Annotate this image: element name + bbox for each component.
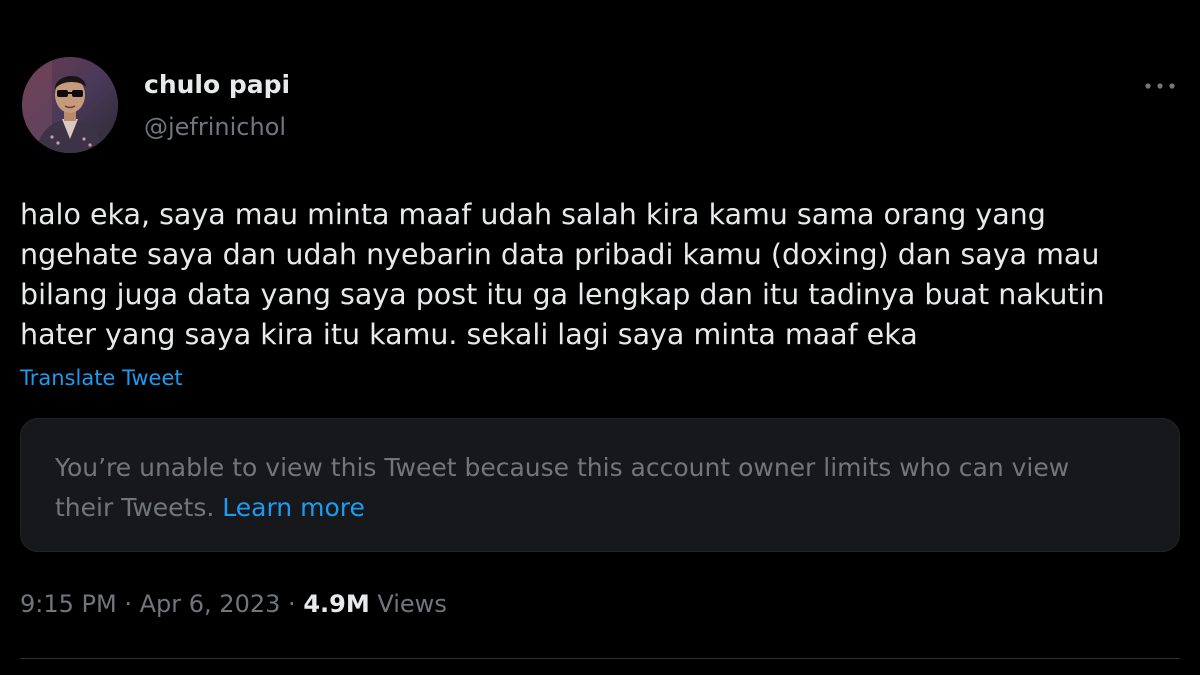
translate-tweet-link[interactable]: Translate Tweet — [20, 366, 183, 390]
quoted-tweet-card[interactable]: You’re unable to view this Tweet because… — [20, 418, 1180, 552]
views-label: Views — [377, 590, 447, 618]
meta-separator: · — [288, 590, 296, 618]
tweet-text-line: bilang juga data yang saya post itu ga l… — [20, 278, 1105, 311]
notice-line-2: their Tweets. Learn more — [55, 488, 1069, 528]
divider — [20, 658, 1180, 659]
tweet-text-line: ngehate saya dan udah nyebarin data prib… — [20, 238, 1100, 271]
tweet-time[interactable]: 9:15 PM — [20, 590, 117, 618]
meta-separator: · — [124, 590, 132, 618]
tweet-text-line: hater yang saya kira itu kamu. sekali la… — [20, 318, 918, 351]
more-options-button[interactable] — [1136, 68, 1184, 104]
tweet-text-line: halo eka, saya mau minta maaf udah salah… — [20, 198, 1046, 231]
tweet-date[interactable]: Apr 6, 2023 — [140, 590, 281, 618]
notice-line-text: their Tweets. — [55, 493, 215, 522]
author-handle[interactable]: @jefrinichol — [144, 113, 286, 141]
avatar[interactable] — [22, 57, 118, 153]
tweet-container: chulo papi @jefrinichol halo eka, saya m… — [0, 0, 1200, 675]
tweet-meta: 9:15 PM · Apr 6, 2023 · 4.9M Views — [20, 590, 447, 618]
tweet-text: halo eka, saya mau minta maaf udah salah… — [20, 195, 1180, 355]
more-options-icon — [1145, 83, 1175, 89]
quoted-tweet-notice: You’re unable to view this Tweet because… — [55, 448, 1069, 528]
profile-photo-icon — [22, 57, 118, 153]
views-count[interactable]: 4.9M — [303, 590, 369, 618]
author-display-name[interactable]: chulo papi — [144, 70, 290, 99]
notice-line: You’re unable to view this Tweet because… — [55, 453, 1070, 482]
learn-more-link[interactable]: Learn more — [222, 493, 365, 522]
